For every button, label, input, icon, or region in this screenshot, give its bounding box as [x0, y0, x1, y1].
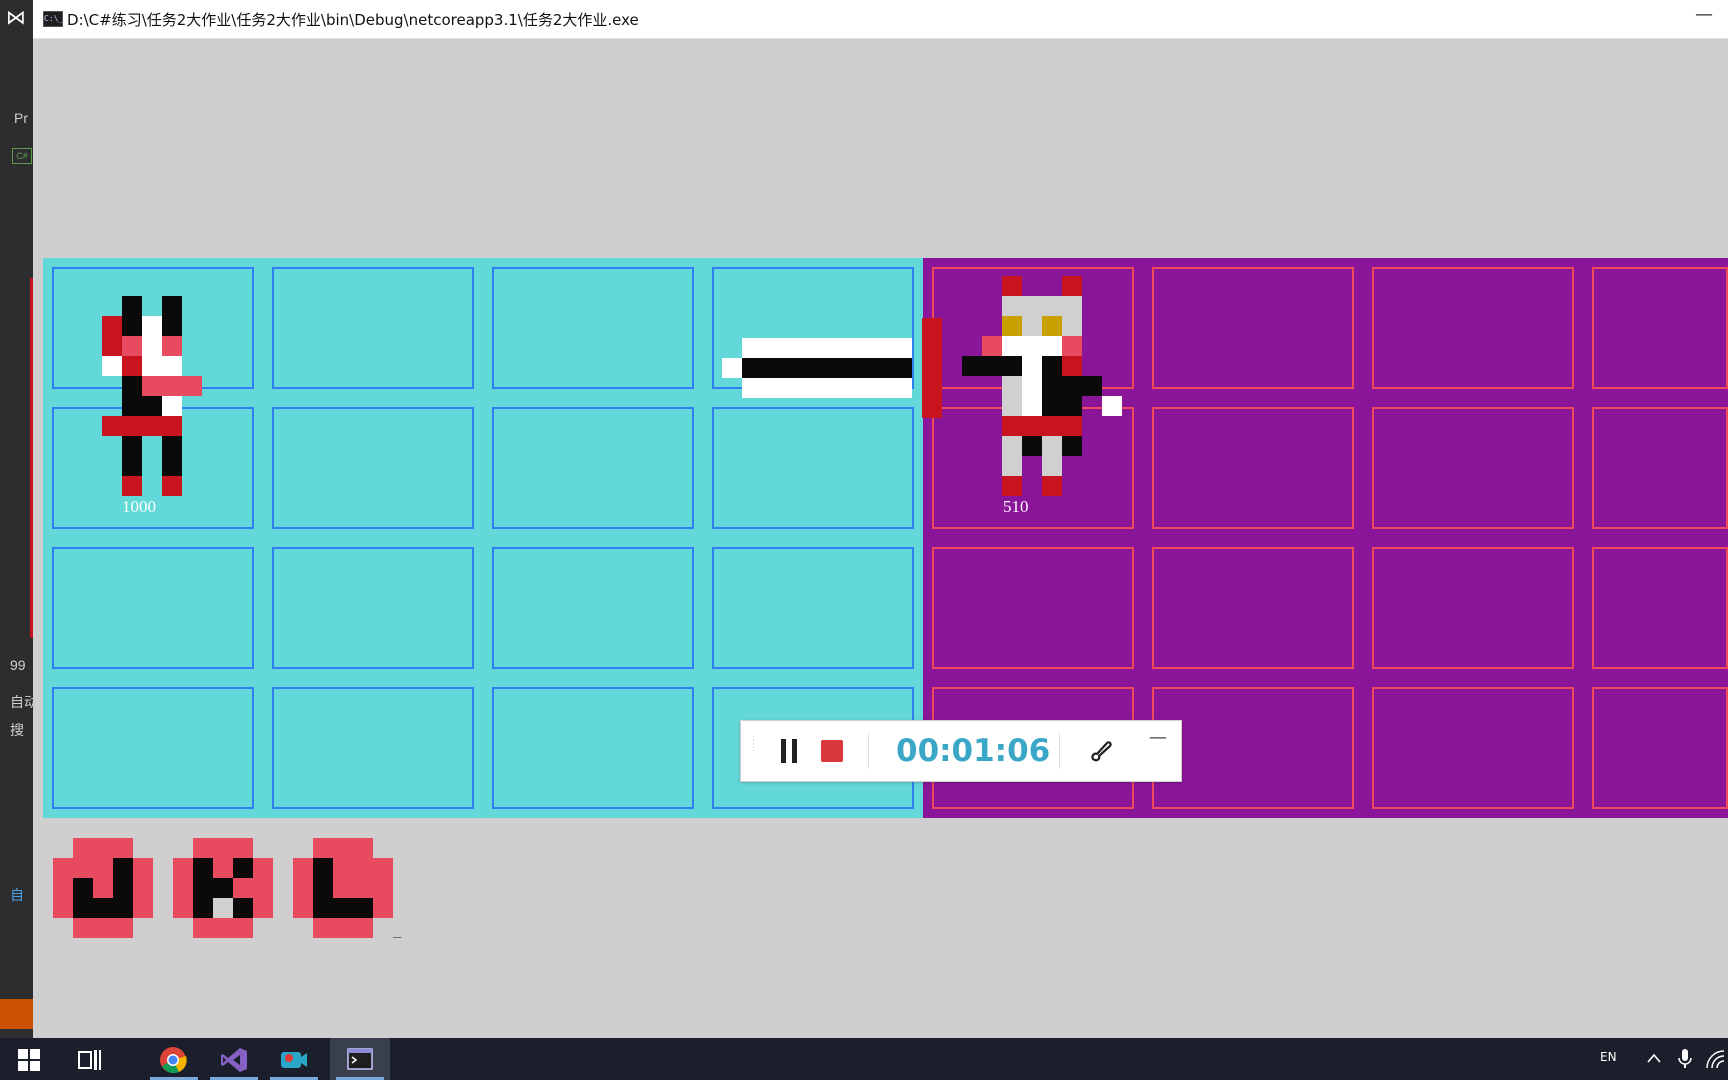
pause-icon[interactable] — [779, 739, 801, 763]
windows-start-icon[interactable] — [18, 1049, 40, 1071]
player-grid-cell — [272, 407, 474, 529]
ide-text-search: 搜 — [10, 722, 24, 738]
recording-time: 00:01:06 — [896, 733, 1051, 769]
visual-studio-icon — [221, 1048, 247, 1072]
enemy-grid-cell — [1592, 547, 1728, 669]
chrome-taskbar-item[interactable] — [144, 1038, 204, 1080]
window-minimize-button[interactable]: — — [1695, 4, 1713, 25]
enemy-grid-cell — [1372, 407, 1574, 529]
microphone-icon[interactable] — [1678, 1048, 1692, 1070]
player-grid-cell — [492, 687, 694, 809]
csharp-file-icon: C# — [12, 148, 32, 164]
chevron-up-icon[interactable] — [1646, 1052, 1662, 1064]
chrome-icon — [160, 1047, 187, 1074]
console-taskbar-item[interactable] — [330, 1038, 390, 1080]
player-grid-cell — [272, 687, 474, 809]
player-grid-cell — [272, 547, 474, 669]
window-title: D:\C#练习\任务2大作业\任务2大作业\bin\Debug\netcorea… — [67, 11, 639, 29]
brush-icon[interactable] — [1087, 737, 1115, 765]
player-grid-cell — [712, 407, 914, 529]
enemy-grid-cell — [1152, 267, 1354, 389]
player-grid-cell — [52, 687, 254, 809]
visual-studio-taskbar-item[interactable] — [204, 1038, 264, 1080]
enemy-grid-cell — [1592, 407, 1728, 529]
pixel-knight-sprite — [962, 276, 1122, 496]
skill-j-icon[interactable] — [53, 838, 153, 938]
sword-sprite — [722, 318, 942, 418]
player-grid-cell — [712, 547, 914, 669]
ide-text-auto2: 自 — [10, 887, 24, 903]
drag-handle-icon[interactable]: ⋮ ⋮ — [749, 736, 758, 765]
screen-recorder-icon — [281, 1052, 307, 1068]
console-cursor: _ — [393, 922, 402, 938]
enemy-sprite-pixels — [962, 276, 1122, 496]
enemy-grid-cell — [1372, 547, 1574, 669]
stop-icon[interactable] — [821, 740, 843, 762]
skill-k-icon[interactable] — [173, 838, 273, 938]
ide-background-strip: ⋈ Pr C# 99 自动 搜 自 — [0, 0, 38, 1038]
screen-recorder-taskbar-item[interactable] — [264, 1038, 324, 1080]
taskbar: EN — [0, 1038, 1728, 1080]
player-grid-cell — [492, 547, 694, 669]
console-app-icon — [347, 1048, 373, 1070]
console-icon: C:\_ — [43, 11, 63, 27]
player-grid-cell — [272, 267, 474, 389]
player-grid-cell — [492, 267, 694, 389]
visual-studio-logo-icon: ⋈ — [6, 5, 26, 29]
enemy-grid-cell — [1592, 267, 1728, 389]
divider — [868, 733, 869, 769]
wifi-icon[interactable] — [1704, 1048, 1726, 1070]
recorder-minimize-button[interactable]: — — [1149, 727, 1167, 748]
ide-text-99: 99 — [10, 657, 26, 673]
player-hp: 1000 — [122, 497, 156, 516]
ide-text-pr: Pr — [14, 110, 28, 126]
window-titlebar: C:\_ D:\C#练习\任务2大作业\任务2大作业\bin\Debug\net… — [33, 0, 1728, 39]
player-sprite-pixels — [102, 296, 202, 496]
player-grid-cell — [52, 547, 254, 669]
enemy-grid-cell — [1372, 267, 1574, 389]
enemy-grid-cell — [1152, 407, 1354, 529]
task-view-icon[interactable] — [78, 1049, 102, 1071]
player-grid-cell — [492, 407, 694, 529]
enemy-hp: 510 — [1003, 497, 1029, 516]
enemy-grid-cell — [1592, 687, 1728, 809]
pixel-warrior-sprite — [102, 296, 202, 496]
enemy-grid-cell — [932, 547, 1134, 669]
enemy-grid-cell — [1152, 547, 1354, 669]
enemy-grid-cell — [1152, 687, 1354, 809]
enemy-grid-cell — [1372, 687, 1574, 809]
screen-recorder-toolbar: ⋮ ⋮ 00:01:06 — — [740, 720, 1182, 782]
skill-l-icon[interactable] — [293, 838, 393, 938]
divider — [1059, 733, 1060, 769]
input-language-indicator[interactable]: EN — [1600, 1050, 1617, 1064]
ide-orange-status-icon — [0, 999, 33, 1029]
